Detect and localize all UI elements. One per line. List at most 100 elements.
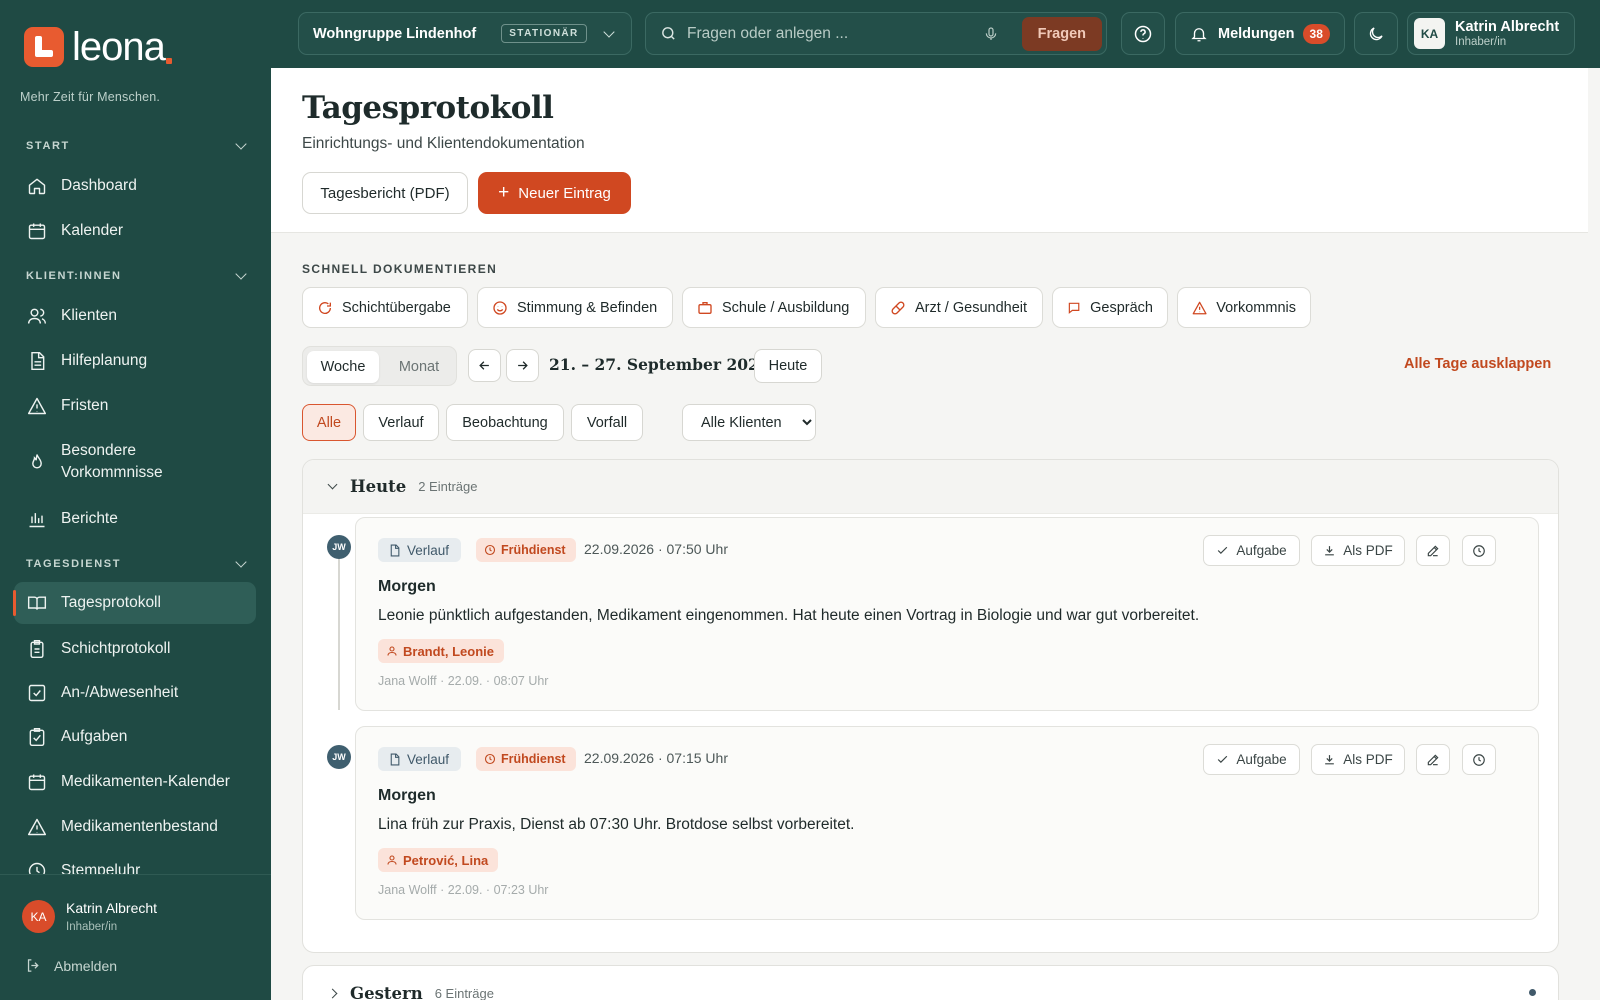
edit-entry-button[interactable] (1416, 535, 1450, 566)
task-icon (29, 727, 45, 746)
entry-type-label: Verlauf (407, 751, 450, 767)
user-icon (387, 646, 397, 656)
quick-chip-shift-handover[interactable]: Schichtübergabe (302, 287, 468, 328)
users-icon (27, 308, 47, 324)
clock-icon (1473, 753, 1485, 766)
check-square-icon (28, 684, 46, 701)
document-icon (390, 544, 400, 556)
nav-section-day-service[interactable]: TAGESDIENST (26, 556, 247, 570)
nav-section-label: KLIENT:INNEN (26, 270, 122, 282)
chevron-down-icon (327, 479, 338, 490)
entry-meta: Jana Wolff · 22.09. · 08:07 Uhr (378, 674, 549, 688)
sidebar-item-label: Tagesprotokoll (61, 594, 161, 611)
org-switcher[interactable]: Wohngruppe Lindenhof STATIONÄR (298, 12, 632, 55)
day-entry-count: 2 Einträge (418, 479, 478, 494)
logout-button[interactable]: Abmelden (25, 957, 117, 974)
help-button[interactable] (1121, 12, 1165, 55)
entry-datetime: 22.09.2026 · 07:15 Uhr (584, 750, 728, 766)
quick-chip-doctor-health[interactable]: Arzt / Gesundheit (875, 287, 1043, 328)
sidebar-item-tasks[interactable]: Aufgaben (14, 714, 256, 759)
brand-name: leona (72, 25, 166, 69)
filter-all[interactable]: Alle (302, 404, 356, 441)
sidebar-item-attendance[interactable]: An-/Abwesenheit (14, 670, 256, 715)
day-group-today: Heute 2 Einträge JW Verlauf Frühdienst 2… (302, 459, 1559, 953)
sidebar-item-label: Kalender (61, 221, 124, 239)
view-week-button[interactable]: Woche (307, 351, 379, 383)
filter-progress[interactable]: Verlauf (363, 404, 439, 441)
sidebar-item-dashboard[interactable]: Dashboard (14, 163, 256, 208)
moon-icon (1369, 26, 1383, 40)
client-name: Petrović, Lina (403, 852, 489, 868)
day-group-header[interactable]: Heute 2 Einträge (303, 460, 1558, 514)
search-input[interactable] (687, 24, 977, 43)
briefcase-icon (698, 301, 712, 314)
chevron-right-icon (327, 988, 338, 999)
entry-text: Lina früh zur Praxis, Dienst ab 07:30 Uh… (378, 816, 855, 833)
document-icon (31, 351, 45, 370)
daily-report-pdf-button[interactable]: Tagesbericht (PDF) (302, 172, 468, 214)
sidebar-item-label: Hilfeplanung (61, 351, 148, 369)
edit-entry-button[interactable] (1416, 744, 1450, 775)
client-tag[interactable]: Petrović, Lina (378, 848, 499, 872)
sidebar-item-shift-log[interactable]: Schichtprotokoll (14, 626, 256, 671)
author-avatar: JW (327, 745, 351, 769)
bar-chart-icon (29, 512, 45, 527)
nav-section-clients[interactable]: KLIENT:INNEN (26, 268, 247, 282)
chip-label: Schichtübergabe (342, 299, 451, 316)
chip-label: Schule / Ausbildung (722, 299, 850, 316)
notifications-button[interactable]: Meldungen 38 (1175, 12, 1345, 55)
sidebar-item-calendar[interactable]: Kalender (14, 208, 256, 253)
export-pdf-button[interactable]: Als PDF (1311, 744, 1405, 775)
previous-period-button[interactable] (468, 349, 501, 382)
day-group-header[interactable]: Gestern 6 Einträge (327, 984, 494, 1000)
quick-chip-school[interactable]: Schule / Ausbildung (682, 287, 866, 328)
brand-logo[interactable]: leona (24, 27, 172, 67)
client-tag[interactable]: Brandt, Leonie (378, 639, 505, 663)
expand-all-days-link[interactable]: Alle Tage ausklappen (1404, 356, 1551, 372)
chevron-down-icon (603, 25, 615, 38)
user-role: Inhaber/in (66, 921, 118, 933)
entry-type-label: Verlauf (407, 542, 450, 558)
sidebar-item-deadlines[interactable]: Fristen (14, 383, 256, 428)
sidebar-item-medication-stock[interactable]: Medikamentenbestand (14, 804, 256, 849)
quick-chip-incident[interactable]: Vorkommnis (1177, 287, 1311, 328)
shift-badge: Frühdienst (476, 747, 576, 771)
logout-icon (27, 959, 39, 972)
entry-history-button[interactable] (1462, 535, 1496, 566)
entry-type-badge: Verlauf (378, 538, 462, 562)
brand-dot (165, 58, 172, 64)
entry-history-button[interactable] (1462, 744, 1496, 775)
logo-mark-icon (24, 27, 64, 67)
new-entry-button[interactable]: + Neuer Eintrag (478, 172, 631, 214)
client-select[interactable]: Alle Klienten (682, 404, 816, 441)
create-task-button[interactable]: Aufgabe (1203, 535, 1300, 566)
avatar[interactable]: KA (22, 900, 55, 933)
next-period-button[interactable] (506, 349, 539, 382)
today-button[interactable]: Heute (754, 349, 822, 383)
quick-chip-conversation[interactable]: Gespräch (1052, 287, 1168, 328)
quick-chip-mood[interactable]: Stimmung & Befinden (477, 287, 673, 328)
sidebar-item-reports[interactable]: Berichte (14, 496, 256, 541)
view-month-button[interactable]: Monat (383, 351, 455, 383)
user-menu[interactable]: KA Katrin Albrecht Inhaber/in (1407, 12, 1575, 55)
sidebar-item-medication-calendar[interactable]: Medikamenten-Kalender (14, 759, 256, 804)
microphone-icon[interactable] (983, 26, 999, 42)
day-title: Gestern (350, 984, 423, 1000)
sidebar-item-clients[interactable]: Klienten (14, 293, 256, 338)
create-task-button[interactable]: Aufgabe (1203, 744, 1300, 775)
sidebar-item-care-planning[interactable]: Hilfeplanung (14, 338, 256, 383)
clock-icon (1473, 544, 1485, 557)
download-icon (1325, 755, 1335, 765)
clock-icon (484, 544, 496, 556)
filter-observation[interactable]: Beobachtung (446, 404, 564, 441)
document-icon (390, 753, 400, 765)
day-group-yesterday[interactable]: Gestern 6 Einträge (302, 965, 1559, 1000)
nav-section-start[interactable]: START (26, 138, 247, 152)
sidebar-item-daily-log[interactable]: Tagesprotokoll (13, 582, 256, 624)
sidebar-item-incidents[interactable]: Besondere Vorkommnisse (14, 428, 256, 496)
ask-button[interactable]: Fragen (1021, 16, 1102, 51)
theme-toggle[interactable] (1354, 12, 1398, 55)
filter-incident[interactable]: Vorfall (571, 404, 643, 441)
export-pdf-button[interactable]: Als PDF (1311, 535, 1405, 566)
pdf-button-label: Als PDF (1343, 543, 1393, 558)
